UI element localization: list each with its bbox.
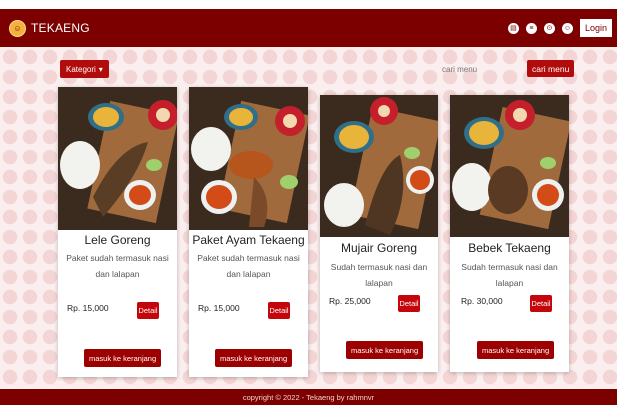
menu-item-price: Rp. 30,000 — [461, 296, 503, 306]
brand-logo-icon: ☺ — [9, 19, 26, 37]
menu-item-description: Paket sudah termasuk nasi dan lalapan — [197, 253, 300, 279]
menu-item-price: Rp. 15,000 — [67, 303, 109, 313]
menu-item-description: Paket sudah termasuk nasi dan lalapan — [66, 253, 169, 279]
category-dropdown-label: Kategori — [66, 64, 96, 74]
nav-actions: ▤ ≡ ⊙ ☺ Login — [507, 19, 612, 37]
menu-item-image[interactable] — [320, 95, 438, 237]
menu-item-image[interactable] — [189, 87, 308, 230]
footer-copyright: copyright © 2022 - Tekaeng by rahmnvr — [242, 392, 375, 402]
menu-item-description: Sudah termasuk nasi dan lalapan — [330, 262, 428, 288]
top-margin — [0, 0, 617, 9]
detail-button[interactable]: Detail — [530, 295, 552, 312]
category-dropdown[interactable]: Kategori ▾ — [60, 60, 109, 78]
add-to-cart-button[interactable]: masuk ke keranjang — [215, 349, 293, 367]
menu-item-price: Rp. 25,000 — [329, 296, 371, 306]
add-to-cart-button[interactable]: masuk ke keranjang — [84, 349, 162, 367]
fried-duck-photo — [450, 95, 569, 237]
fried-catfish-photo — [58, 87, 177, 230]
footer: copyright © 2022 - Tekaeng by rahmnvr — [0, 389, 617, 405]
menu-item-name: Paket Ayam Tekaeng — [192, 233, 305, 247]
detail-button[interactable]: Detail — [137, 302, 159, 319]
menu-card: Bebek Tekaeng Sudah termasuk nasi dan la… — [450, 95, 569, 372]
fried-chicken-photo — [189, 87, 308, 230]
menu-item-image[interactable] — [450, 95, 569, 237]
navbar: ☺ TEKAENG ▤ ≡ ⊙ ☺ Login — [0, 9, 617, 47]
menu-item-price: Rp. 15,000 — [198, 303, 240, 313]
list-icon[interactable]: ≡ — [525, 22, 537, 34]
user-icon[interactable]: ☺ — [561, 22, 573, 34]
menu-item-name: Mujair Goreng — [340, 241, 418, 255]
menu-item-description: Sudah termasuk nasi dan lalapan — [461, 262, 558, 288]
chevron-down-icon: ▾ — [98, 64, 103, 74]
menu-item-image[interactable] — [58, 87, 177, 230]
brand[interactable]: ☺ TEKAENG — [9, 19, 90, 37]
menu-item-name: Lele Goreng — [84, 233, 151, 247]
cart-icon[interactable]: ⊙ — [543, 22, 555, 34]
fried-tilapia-photo — [320, 95, 438, 237]
login-button[interactable]: Login — [579, 19, 612, 37]
menu-card: Paket Ayam Tekaeng Paket sudah termasuk … — [189, 87, 308, 377]
detail-button[interactable]: Detail — [268, 302, 290, 319]
add-to-cart-button[interactable]: masuk ke keranjang — [346, 341, 424, 359]
search-input[interactable] — [440, 61, 526, 77]
menu-item-name: Bebek Tekaeng — [468, 241, 551, 255]
menu-card: Mujair Goreng Sudah termasuk nasi dan la… — [320, 95, 438, 372]
search-button[interactable]: cari menu — [527, 60, 575, 77]
add-to-cart-button[interactable]: masuk ke keranjang — [477, 341, 555, 359]
detail-button[interactable]: Detail — [398, 295, 420, 312]
clipboard-icon[interactable]: ▤ — [507, 22, 519, 34]
brand-name: TEKAENG — [31, 21, 90, 35]
menu-card: Lele Goreng Paket sudah termasuk nasi da… — [58, 87, 177, 377]
